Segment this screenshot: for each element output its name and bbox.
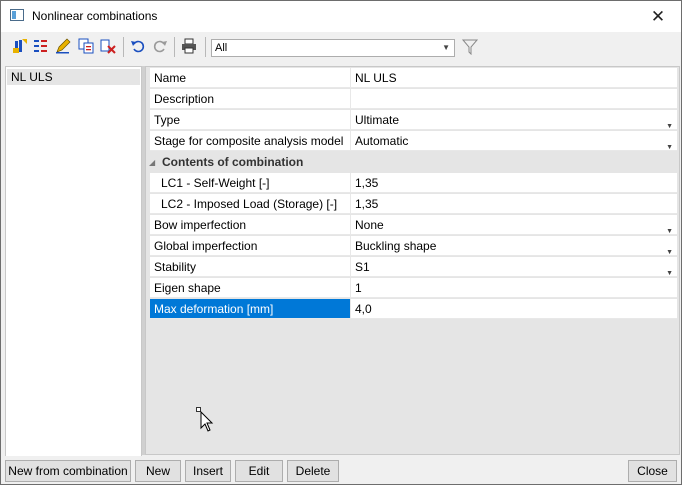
bow-imperfection-dropdown[interactable]: None ▼ [351,215,677,235]
window-app-icon [10,9,24,21]
list-item[interactable]: NL ULS [7,69,140,85]
property-label: Name [150,68,351,88]
max-deformation-field[interactable]: 4,0 [351,299,677,319]
property-value: 1,35 [355,176,379,190]
nonlinear-combinations-window: Nonlinear combinations ✕ All ▼ NL ULS Na… [0,0,682,485]
lc1-coefficient-field[interactable]: 1,35 [351,173,677,193]
bottom-button-bar: New from combination New Insert Edit Del… [1,456,681,484]
copy-icon[interactable] [77,37,95,55]
property-label: Bow imperfection [150,215,351,235]
combinations-list: NL ULS [5,66,142,457]
toolbar-separator [205,37,206,57]
property-row-type: Type Ultimate ▼ [150,110,678,131]
filter-icon[interactable] [461,39,479,56]
property-grid: Name NL ULS Description Type Ultimate ▼ … [145,66,680,455]
delete-button[interactable]: Delete [287,460,339,482]
property-label: Stability [150,257,351,277]
close-window-button[interactable]: ✕ [635,1,681,32]
property-label: Type [150,110,351,130]
toolbar-separator [123,37,124,57]
type-dropdown[interactable]: Ultimate ▼ [351,110,677,130]
lc2-coefficient-field[interactable]: 1,35 [351,194,677,214]
property-value: S1 [355,260,370,274]
window-title: Nonlinear combinations [32,9,158,23]
undo-icon[interactable] [129,37,147,55]
property-value: Ultimate [355,113,400,127]
property-value: None [355,218,384,232]
property-row-stage: Stage for composite analysis model Autom… [150,131,678,152]
new-button[interactable]: New [135,460,181,482]
property-value: Buckling shape [355,239,437,253]
property-label: LC2 - Imposed Load (Storage) [-] [150,194,351,214]
description-field[interactable] [351,89,677,109]
property-row-stability: Stability S1 ▼ [150,257,678,278]
global-imperfection-dropdown[interactable]: Buckling shape ▼ [351,236,677,256]
property-label: LC1 - Self-Weight [-] [150,173,351,193]
property-row-bow-imperfection: Bow imperfection None ▼ [150,215,678,236]
property-value: 1 [355,281,362,295]
property-value: 4,0 [355,302,372,316]
toolbar: All ▼ [1,32,681,62]
collapse-triangle-icon[interactable]: ◢ [149,152,155,173]
filter-dropdown[interactable]: All ▼ [211,39,455,57]
property-value: Automatic [355,134,409,148]
eigen-shape-field[interactable]: 1 [351,278,677,298]
toolbar-separator [174,37,175,57]
property-value: NL ULS [355,71,397,85]
property-row-max-deformation: Max deformation [mm] 4,0 [150,299,678,320]
property-row-lc1: LC1 - Self-Weight [-] 1,35 [150,173,678,194]
mouse-cursor-icon [200,410,214,433]
new-from-combination-button[interactable]: New from combination [5,460,131,482]
property-row-global-imperfection: Global imperfection Buckling shape ▼ [150,236,678,257]
print-icon[interactable] [180,37,198,55]
edit-pencil-icon[interactable] [54,37,72,55]
property-value: 1,35 [355,197,379,211]
property-label: Max deformation [mm] [150,299,351,319]
stability-dropdown[interactable]: S1 ▼ [351,257,677,277]
stage-dropdown[interactable]: Automatic ▼ [351,131,677,151]
property-row-eigen-shape: Eigen shape 1 [150,278,678,299]
edit-button[interactable]: Edit [235,460,283,482]
section-title: Contents of combination [162,155,304,169]
close-button[interactable]: Close [628,460,677,482]
delete-icon[interactable] [99,37,117,55]
property-label: Eigen shape [150,278,351,298]
edit-entries-icon[interactable] [32,37,50,55]
property-row-description: Description [150,89,678,110]
property-label: Description [150,89,351,109]
property-label: Global imperfection [150,236,351,256]
property-label: Stage for composite analysis model [150,131,351,151]
property-row-name: Name NL ULS [150,68,678,89]
filter-dropdown-value: All [215,42,228,54]
contents-section-header[interactable]: ◢ Contents of combination [149,152,678,173]
property-row-lc2: LC2 - Imposed Load (Storage) [-] 1,35 [150,194,678,215]
chevron-down-icon: ▼ [442,43,450,52]
title-bar: Nonlinear combinations ✕ [1,1,681,32]
redo-icon [151,37,169,55]
name-field[interactable]: NL ULS [351,68,677,88]
add-combination-icon[interactable] [11,37,29,55]
insert-button[interactable]: Insert [185,460,231,482]
